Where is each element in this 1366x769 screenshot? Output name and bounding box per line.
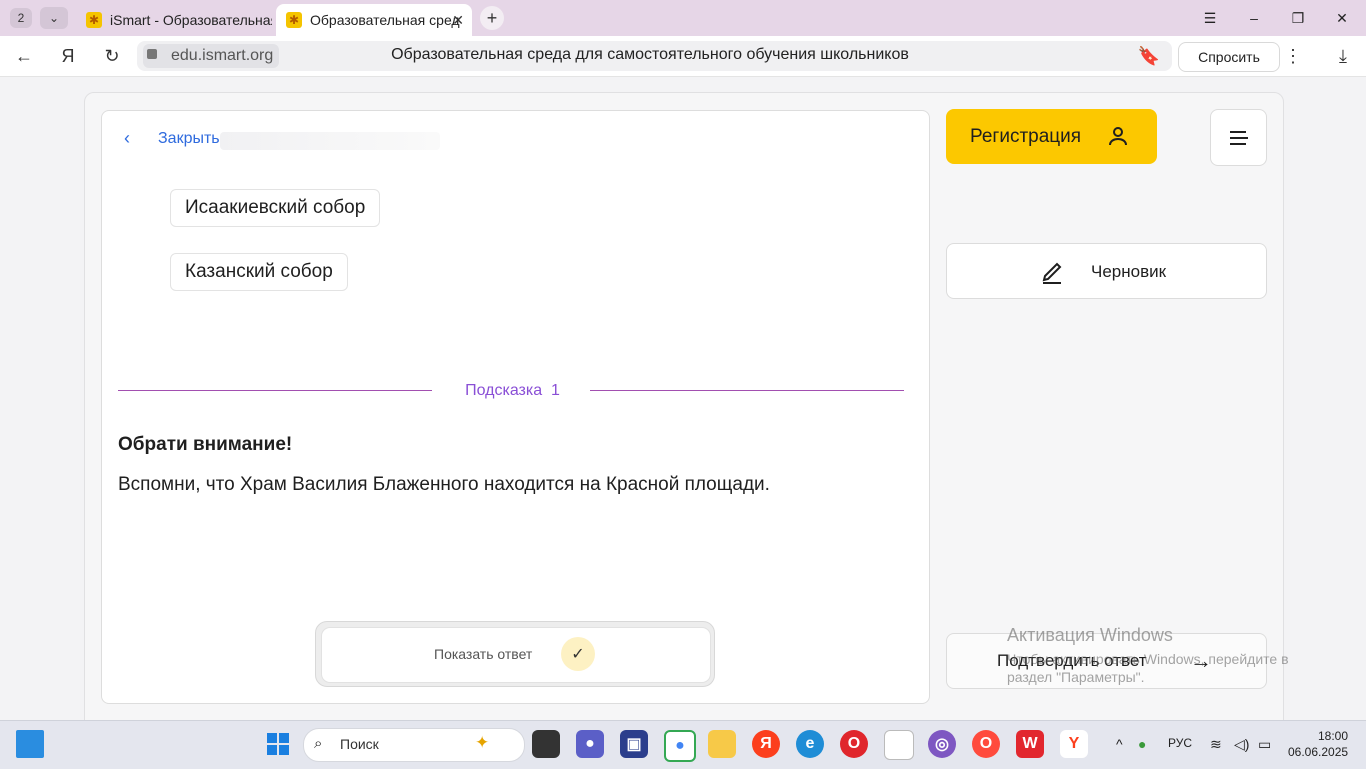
- bookmark-icon[interactable]: 🔖: [1136, 44, 1162, 68]
- page-title: Образовательная среда для самостоятельно…: [391, 46, 909, 63]
- file-explorer-icon[interactable]: [708, 730, 736, 758]
- hint-number: 1: [551, 382, 560, 399]
- hint-label: Подсказка 1: [440, 382, 585, 400]
- tab-active[interactable]: ✱ Образовательная сред ✕: [276, 4, 472, 36]
- yandex-browser-icon[interactable]: Y: [1060, 730, 1088, 758]
- ask-alice-button[interactable]: Спросить: [1178, 42, 1280, 72]
- tray-app-icon[interactable]: ●: [1138, 736, 1146, 752]
- register-button[interactable]: Регистрация: [946, 109, 1157, 164]
- save-app-icon[interactable]: ▣: [620, 730, 648, 758]
- download-icon[interactable]: ⤓: [1330, 44, 1356, 68]
- tab-title: Образовательная сред: [310, 12, 460, 28]
- ismart-favicon-icon: ✱: [286, 12, 302, 28]
- edge-icon[interactable]: e: [796, 730, 824, 758]
- hint-divider-left: [118, 390, 432, 391]
- clock-date: 06.06.2025: [1288, 745, 1349, 759]
- answer-option[interactable]: Исаакиевский собор: [170, 189, 381, 227]
- clock-time: 18:00: [1317, 729, 1348, 743]
- close-link[interactable]: Закрыть: [158, 130, 220, 148]
- url-domain[interactable]: edu.ismart.org: [143, 44, 280, 68]
- hint-divider-right: [590, 390, 904, 391]
- chevron-down-icon[interactable]: ⌄: [40, 7, 68, 29]
- lock-icon: [147, 49, 157, 59]
- tray-chevron-up-icon[interactable]: ^: [1116, 736, 1123, 752]
- more-menu-icon[interactable]: ⋮: [1280, 44, 1306, 68]
- opera-icon[interactable]: O: [840, 730, 868, 758]
- answer-option[interactable]: Казанский собор: [170, 253, 348, 291]
- close-tab-icon[interactable]: ✕: [452, 12, 464, 29]
- chrome-icon[interactable]: ●: [664, 730, 696, 762]
- teams-icon[interactable]: ●: [576, 730, 604, 758]
- hint-label-text: Подсказка: [465, 382, 543, 399]
- search-icon: ⌕: [314, 735, 323, 752]
- register-label: Регистрация: [970, 125, 1082, 147]
- browser-menu-icon[interactable]: ☰: [1195, 6, 1225, 30]
- widgets-icon[interactable]: [16, 730, 44, 758]
- show-answer-label[interactable]: Показать ответ: [434, 646, 532, 662]
- back-chevron-icon[interactable]: ‹: [124, 128, 130, 149]
- faded-heading: [220, 132, 440, 150]
- battery-icon[interactable]: ▭: [1258, 736, 1271, 753]
- user-icon: [1109, 127, 1127, 146]
- tab-title: iSmart - Образовательная: [110, 12, 272, 28]
- clock[interactable]: 18:00 06.06.2025: [1288, 728, 1348, 760]
- opera-gx-icon[interactable]: O: [972, 730, 1000, 758]
- tab-count-badge[interactable]: 2: [10, 8, 32, 28]
- language-indicator[interactable]: РУС: [1168, 736, 1192, 750]
- back-arrow-icon[interactable]: ←: [11, 44, 37, 68]
- taskbar-search[interactable]: [303, 728, 525, 762]
- document-icon[interactable]: [884, 730, 914, 760]
- menu-lines-icon: [1229, 130, 1248, 145]
- check-circle-icon[interactable]: ✓: [561, 637, 595, 671]
- windows-activation-title: Активация Windows: [1007, 625, 1173, 645]
- windows-activation-text: Чтобы активировать Windows, перейдите в …: [1007, 651, 1289, 685]
- wifi-icon[interactable]: ≋: [1210, 736, 1222, 753]
- windows-start-icon[interactable]: [266, 732, 290, 756]
- ismart-favicon-icon: ✱: [86, 12, 102, 28]
- search-placeholder: Поиск: [340, 736, 379, 752]
- yandex-app-icon[interactable]: Я: [752, 730, 780, 758]
- photos-icon[interactable]: ◎: [928, 730, 956, 758]
- copilot-sparkle-icon: ✦: [475, 733, 490, 752]
- close-window-button[interactable]: ✕: [1327, 6, 1357, 30]
- ask-label: Спросить: [1198, 49, 1260, 65]
- hint-text: Вспомни, что Храм Василия Блаженного нах…: [118, 474, 770, 495]
- wps-office-icon[interactable]: W: [1016, 730, 1044, 758]
- sidebar-menu-button[interactable]: [1210, 109, 1267, 166]
- draft-label: Черновик: [1091, 262, 1167, 281]
- new-tab-button[interactable]: +: [480, 6, 504, 30]
- pencil-icon: [1042, 262, 1062, 284]
- task-view-icon[interactable]: [532, 730, 560, 758]
- reload-icon[interactable]: ↻: [99, 44, 125, 68]
- hint-title: Обрати внимание!: [118, 434, 293, 455]
- minimize-button[interactable]: –: [1239, 6, 1269, 30]
- tab-ismart[interactable]: ✱ iSmart - Образовательная: [76, 4, 272, 36]
- volume-icon[interactable]: ◁): [1234, 736, 1249, 753]
- yandex-home-icon[interactable]: Я: [55, 44, 81, 68]
- restore-button[interactable]: ❐: [1283, 6, 1313, 30]
